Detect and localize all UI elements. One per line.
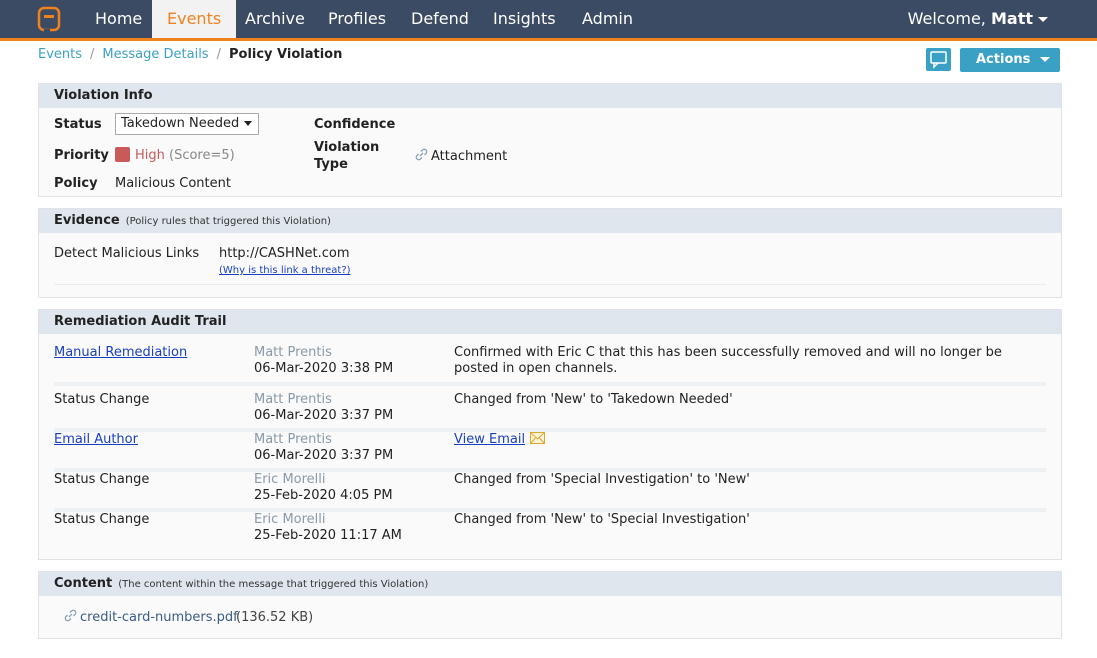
audit-detail: Changed from 'Special Investigation' to … xyxy=(454,472,750,487)
priority-score: (Score=5) xyxy=(169,148,235,163)
view-email-link[interactable]: View Email xyxy=(454,432,525,447)
nav-profiles[interactable]: Profiles xyxy=(313,0,401,38)
chat-bubble-icon xyxy=(930,51,947,69)
content-subtitle: (The content within the message that tri… xyxy=(118,579,429,590)
policy-value: Malicious Content xyxy=(115,176,231,191)
audit-user: Eric Morelli xyxy=(254,472,326,487)
page-title: Policy Violation xyxy=(228,47,343,62)
status-value: Takedown Needed xyxy=(121,116,240,131)
audit-action-link[interactable]: Email Author xyxy=(54,432,138,447)
content-panel: Content (The content within the message t… xyxy=(38,571,1062,639)
comment-button[interactable] xyxy=(926,48,951,71)
breadcrumb-events[interactable]: Events xyxy=(38,47,82,62)
audit-detail: posted in open channels. xyxy=(454,361,618,376)
breadcrumb-separator: / xyxy=(216,47,221,62)
evidence-title: Evidence xyxy=(54,213,120,228)
attachment-link[interactable]: credit-card-numbers.pdf xyxy=(80,610,238,625)
nav-defend[interactable]: Defend xyxy=(396,0,484,38)
top-navigation: Home Events Archive Profiles Defend Insi… xyxy=(0,0,1097,41)
nav-insights[interactable]: Insights xyxy=(478,0,571,38)
policy-label: Policy xyxy=(54,176,98,191)
user-menu[interactable]: Welcome, Matt xyxy=(908,0,1048,38)
panel-title: Remediation Audit Trail xyxy=(39,310,1061,334)
chevron-down-icon xyxy=(244,121,253,126)
panel-title: Violation Info xyxy=(39,84,1061,108)
link-icon xyxy=(64,609,77,622)
audit-action: Status Change xyxy=(54,392,150,407)
link-icon xyxy=(415,148,428,161)
breadcrumb-separator: / xyxy=(90,47,95,62)
chevron-down-icon xyxy=(1040,57,1051,62)
panel-title: Content (The content within the message t… xyxy=(39,572,1061,596)
status-label: Status xyxy=(54,117,102,132)
why-threat-link[interactable]: (Why is this link a threat?) xyxy=(219,265,351,276)
chevron-down-icon xyxy=(1038,17,1048,22)
divider xyxy=(54,382,1046,386)
violation-type-label: Violation xyxy=(314,140,380,155)
nav-admin[interactable]: Admin xyxy=(567,0,648,38)
priority-label: Priority xyxy=(54,148,109,163)
audit-user: Matt Prentis xyxy=(254,432,332,447)
confidence-label: Confidence xyxy=(314,117,396,132)
divider xyxy=(54,284,1046,285)
violation-info-panel: Violation Info Status Takedown Needed Pr… xyxy=(38,83,1062,197)
audit-time: 06-Mar-2020 3:38 PM xyxy=(254,361,394,376)
evidence-value: http://CASHNet.com xyxy=(219,246,350,261)
audit-detail: Changed from 'New' to 'Special Investiga… xyxy=(454,512,750,527)
welcome-text: Welcome, xyxy=(907,9,986,28)
audit-user: Matt Prentis xyxy=(254,345,332,360)
attachment-size: (136.52 KB) xyxy=(236,610,314,625)
audit-action-link[interactable]: Manual Remediation xyxy=(54,345,187,360)
audit-action: Status Change xyxy=(54,472,150,487)
divider xyxy=(54,428,1046,432)
violation-type-label: Type xyxy=(314,157,348,172)
audit-action: Status Change xyxy=(54,512,150,527)
user-name: Matt xyxy=(990,9,1033,28)
priority-swatch xyxy=(115,147,130,162)
nav-archive[interactable]: Archive xyxy=(230,0,320,38)
evidence-subtitle: (Policy rules that triggered this Violat… xyxy=(125,216,331,227)
actions-label: Actions xyxy=(976,52,1031,67)
audit-time: 25-Feb-2020 4:05 PM xyxy=(254,488,393,503)
audit-time: 06-Mar-2020 3:37 PM xyxy=(254,408,394,423)
audit-detail: Confirmed with Eric C that this has been… xyxy=(454,345,1002,360)
nav-events[interactable]: Events xyxy=(152,0,237,38)
audit-time: 25-Feb-2020 11:17 AM xyxy=(254,528,402,543)
actions-button[interactable]: Actions xyxy=(960,48,1060,72)
envelope-icon[interactable] xyxy=(530,432,545,444)
violation-type-value: Attachment xyxy=(431,149,508,164)
content-title: Content xyxy=(54,576,113,591)
status-select[interactable]: Takedown Needed xyxy=(115,113,259,135)
evidence-rule: Detect Malicious Links xyxy=(54,246,200,261)
audit-user: Matt Prentis xyxy=(254,392,332,407)
breadcrumb-message-details[interactable]: Message Details xyxy=(102,47,208,62)
logo-icon[interactable] xyxy=(37,5,61,35)
evidence-panel: Evidence (Policy rules that triggered thi… xyxy=(38,208,1062,298)
panel-title: Evidence (Policy rules that triggered thi… xyxy=(39,209,1061,233)
nav-home[interactable]: Home xyxy=(80,0,157,38)
audit-trail-panel: Remediation Audit Trail Manual Remediati… xyxy=(38,309,1062,560)
audit-user: Eric Morelli xyxy=(254,512,326,527)
audit-detail: Changed from 'New' to 'Takedown Needed' xyxy=(454,392,733,407)
audit-time: 06-Mar-2020 3:37 PM xyxy=(254,448,394,463)
priority-value: High xyxy=(135,148,165,163)
breadcrumb: Events / Message Details / Policy Violation xyxy=(38,47,342,62)
